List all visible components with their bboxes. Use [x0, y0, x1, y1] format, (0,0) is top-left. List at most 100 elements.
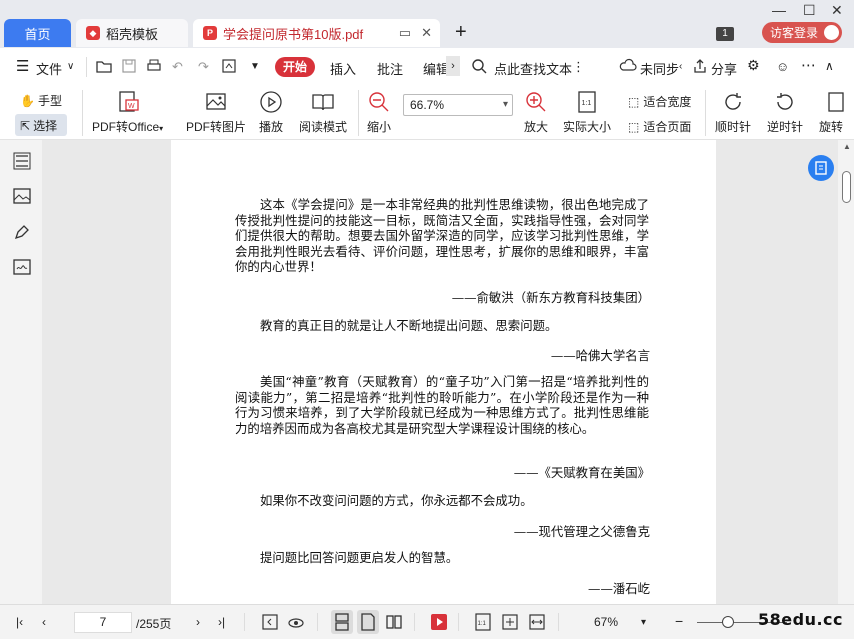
screen-icon[interactable]: ▭ [399, 25, 411, 41]
page-total: /255页 [136, 617, 172, 631]
hand-tool-button[interactable]: ✋ 手型 [20, 92, 62, 109]
zoom-dropdown-icon[interactable]: ▾ [641, 617, 646, 628]
chevron-down-icon[interactable]: ∨ [67, 61, 74, 72]
rotate-clockwise-button[interactable]: 顺时针 [715, 90, 751, 135]
tab-home[interactable]: 首页 [4, 19, 71, 47]
eye-protection-icon[interactable] [287, 613, 305, 631]
export-icon[interactable] [221, 58, 237, 74]
quick-access-dropdown-icon[interactable]: ▼ [250, 61, 260, 72]
paragraph-3: 美国“神童”教育（天赋教育）的“童子功”入门第一招是“培养批判性的阅读能力”，第… [235, 374, 649, 436]
ribbon-toolbar: ✋ 手型 ⇱ 选择 W PDF转Office▾ PDF转图片 播放 阅读模式 缩… [0, 86, 854, 140]
rotate-more-button[interactable]: 旋转 [819, 90, 854, 135]
fit-width-button[interactable]: ⬚ 适合宽度 [628, 93, 691, 110]
zoom-out-minus-icon[interactable]: − [675, 613, 683, 629]
zoom-percentage[interactable]: 67% [594, 615, 618, 629]
svg-text:1:1: 1:1 [478, 621, 487, 627]
pdf-to-office-button[interactable]: W PDF转Office▾ [92, 90, 163, 135]
save-icon[interactable] [121, 58, 137, 74]
pdf-to-image-button[interactable]: PDF转图片 [186, 90, 246, 135]
rotate-clockwise-label: 顺时针 [715, 120, 752, 134]
read-mode-button[interactable]: 阅读模式 [299, 90, 347, 135]
window-count-badge[interactable]: 1 [716, 27, 734, 41]
fit-page-button[interactable]: ⬚ 适合页面 [628, 118, 691, 135]
thumbnail-image-icon[interactable] [13, 187, 31, 205]
document-viewport[interactable]: 这本《学会提问》是一本非常经典的批判性思维读物，很出色地完成了传授批判性提问的技… [42, 140, 838, 604]
zoom-select[interactable]: 66.7% [403, 94, 513, 116]
signature-icon[interactable] [13, 258, 31, 276]
play-slideshow-icon[interactable] [430, 613, 448, 631]
zoom-in-label: 放大 [524, 120, 549, 134]
more-options-icon[interactable]: ⋮ [572, 59, 585, 75]
actual-size-button[interactable]: 1:1 实际大小 [563, 90, 611, 135]
share-button[interactable]: 分享 [711, 59, 737, 78]
close-window-icon[interactable]: ✕ [831, 2, 843, 19]
single-page-view-button[interactable] [331, 610, 353, 634]
rotate-clockwise-icon [725, 93, 741, 110]
share-icon [694, 59, 706, 73]
tab-insert[interactable]: 插入 [330, 59, 356, 78]
tab-start[interactable]: 开始 [275, 57, 315, 77]
svg-text:1:1: 1:1 [582, 100, 592, 107]
open-folder-icon[interactable] [95, 58, 113, 74]
search-text-input[interactable]: 点此查找文本 [494, 59, 572, 78]
hamburger-menu-icon[interactable]: ☰ [16, 57, 29, 75]
outline-list-icon[interactable] [13, 152, 31, 170]
fit-page-icon[interactable] [501, 613, 519, 631]
actual-size-icon[interactable]: 1:1 [474, 613, 492, 631]
close-tab-icon[interactable]: ✕ [421, 25, 432, 41]
paragraph-5: 提问题比回答问题更启发人的智慧。 [260, 550, 459, 565]
zoom-out-button[interactable]: 缩小 [367, 90, 391, 135]
pdf-to-office-icon: W [118, 91, 139, 112]
more-horizontal-icon[interactable]: ⋯ [801, 56, 816, 74]
zoom-out-label: 缩小 [367, 120, 392, 134]
select-tool-button[interactable]: ⇱ 选择 [20, 117, 57, 134]
sync-status[interactable]: 未同步 [640, 59, 679, 78]
fit-page-label: 适合页面 [643, 120, 692, 134]
undo-icon[interactable]: ↶ [172, 59, 183, 75]
first-page-icon[interactable]: |‹ [16, 615, 23, 629]
play-button[interactable]: 播放 [259, 90, 283, 135]
print-icon[interactable] [146, 58, 162, 74]
scrollbar-thumb[interactable] [842, 171, 851, 203]
back-view-icon[interactable] [261, 613, 279, 631]
page-number-input[interactable]: 7 [74, 612, 132, 633]
divider [458, 613, 459, 631]
search-icon [472, 59, 487, 74]
rotate-counterclockwise-button[interactable]: 逆时针 [767, 90, 803, 135]
floating-tool-button[interactable] [808, 155, 834, 181]
left-sidebar [0, 140, 42, 604]
previous-page-icon[interactable]: ‹ [42, 615, 46, 629]
settings-gear-icon[interactable]: ⚙ [747, 57, 760, 74]
redo-icon[interactable]: ↷ [198, 59, 209, 75]
fit-page-icon: ⬚ [628, 119, 640, 134]
new-tab-button[interactable]: + [455, 22, 467, 42]
hand-icon: ✋ [20, 93, 35, 108]
single-page-button[interactable] [357, 610, 379, 634]
menu-file[interactable]: 文件 [36, 59, 62, 78]
zoom-in-button[interactable]: 放大 [524, 90, 548, 135]
sync-dropdown-icon[interactable]: ‹ [679, 61, 682, 72]
tab-annotate[interactable]: 批注 [377, 59, 403, 78]
double-page-icon[interactable] [385, 613, 403, 631]
signature-5: ——潘石屹 [588, 581, 650, 596]
translate-icon [815, 161, 827, 175]
tab-template-label: 稻壳模板 [106, 26, 159, 42]
guest-login-button[interactable]: 访客登录 [762, 22, 842, 43]
annotation-pen-icon[interactable] [13, 223, 31, 241]
pdf-to-office-label: PDF转Office [92, 120, 160, 134]
tab-document[interactable]: P 学会提问原书第10版.pdf ▭ ✕ [193, 19, 440, 47]
scroll-up-icon[interactable]: ▲ [843, 142, 851, 151]
minimize-icon[interactable]: — [772, 2, 786, 18]
zoom-slider-knob[interactable] [722, 616, 734, 628]
fit-width-icon[interactable] [528, 613, 546, 631]
tools-icon[interactable]: ☺ [776, 59, 789, 74]
vertical-scrollbar[interactable]: ▲ [838, 140, 854, 604]
single-page-icon [361, 613, 375, 631]
next-page-icon[interactable]: › [196, 615, 200, 629]
tab-template[interactable]: ◆ 稻壳模板 [76, 19, 188, 47]
actual-size-label: 实际大小 [563, 120, 612, 134]
last-page-icon[interactable]: ›| [218, 615, 225, 629]
collapse-ribbon-icon[interactable]: ∧ [825, 59, 834, 73]
more-tabs-chevron-icon[interactable]: › [446, 56, 460, 76]
maximize-icon[interactable]: ☐ [803, 2, 816, 19]
